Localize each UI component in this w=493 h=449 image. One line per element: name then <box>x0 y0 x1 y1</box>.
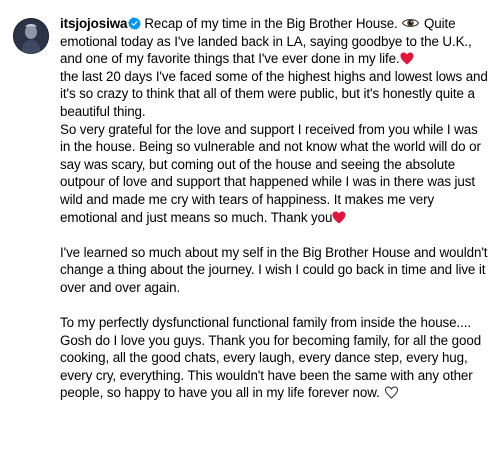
caption-paragraph-4: To my perfectly dysfunctional functional… <box>60 314 490 402</box>
red-heart-emoji-icon <box>400 52 414 65</box>
caption-paragraph-1: itsjojosiwa Recap of my time in the Big B… <box>60 15 490 121</box>
white-heart-emoji-icon <box>385 386 399 400</box>
caption-text-grateful: So very grateful for the love and suppor… <box>60 121 481 225</box>
caption-text-highs-lows: the last 20 days I've faced some of the … <box>60 68 488 119</box>
caption-paragraph-3: I've learned so much about my self in th… <box>60 244 490 297</box>
profile-avatar[interactable] <box>13 18 49 54</box>
caption-text-learned: I've learned so much about my self in th… <box>60 244 488 295</box>
caption-text: itsjojosiwa Recap of my time in the Big B… <box>60 15 490 402</box>
eye-emoji-icon <box>402 19 420 27</box>
red-heart-emoji-icon <box>332 211 346 224</box>
username-link[interactable]: itsjojosiwa <box>60 16 127 31</box>
caption-paragraph-2: So very grateful for the love and suppor… <box>60 121 490 227</box>
verified-badge-icon <box>128 17 142 30</box>
caption-text-family: To my perfectly dysfunctional functional… <box>60 315 482 401</box>
caption-text-recap: Recap of my time in the Big Brother Hous… <box>144 16 398 31</box>
